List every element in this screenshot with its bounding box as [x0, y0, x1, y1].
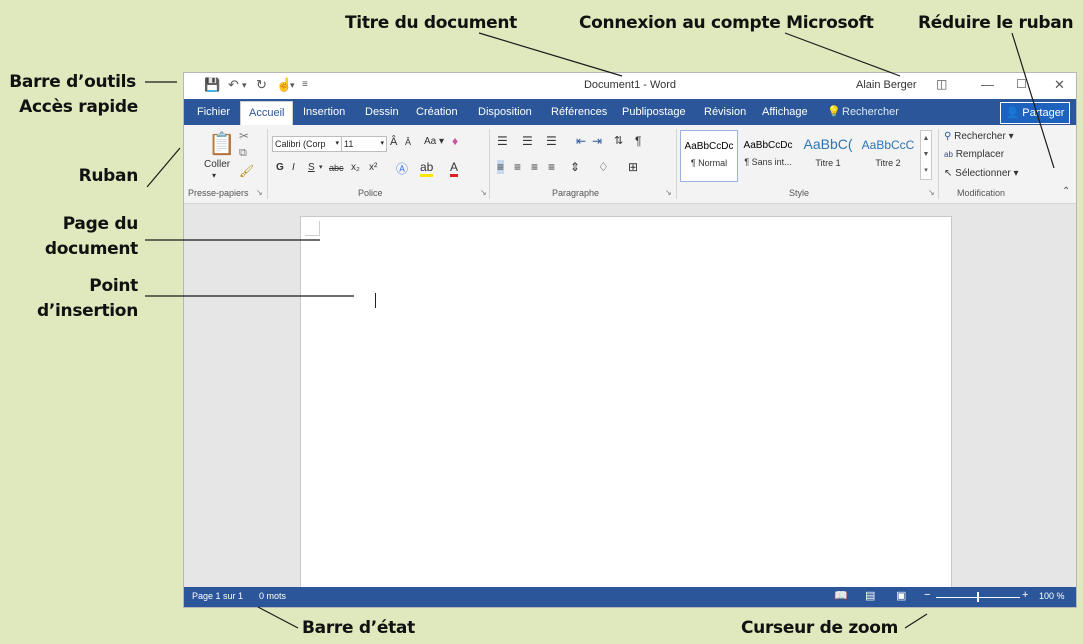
callout-leader-lines — [145, 32, 1055, 629]
